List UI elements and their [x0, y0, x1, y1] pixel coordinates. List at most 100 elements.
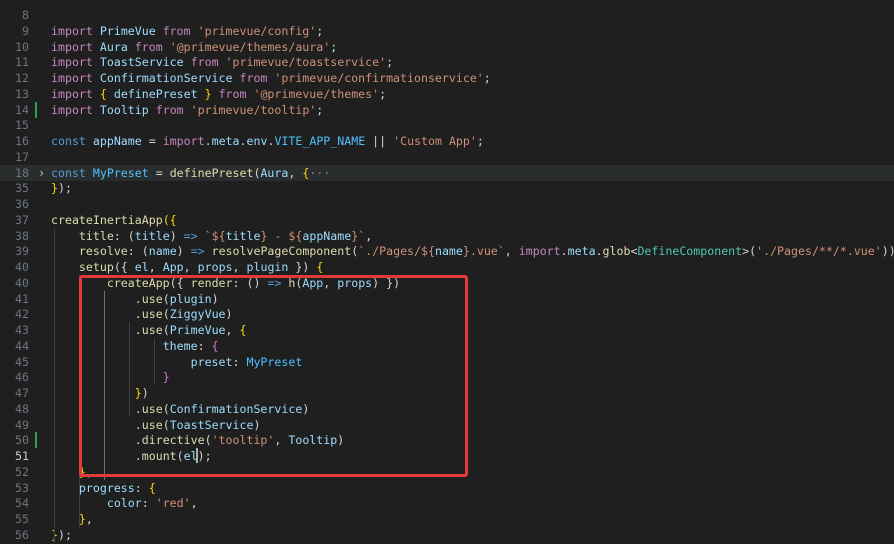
code-token: PrimeVue — [99, 23, 156, 38]
code-text[interactable]: }); — [51, 180, 72, 196]
code-token: el — [134, 260, 149, 274]
code-token: ; — [476, 134, 484, 148]
code-token: definePreset — [169, 165, 254, 180]
line-number: 38 — [15, 228, 29, 243]
code-text[interactable]: }, — [51, 511, 93, 527]
line-number: 11 — [15, 55, 29, 70]
code-token: `./Pages/${ — [358, 244, 435, 259]
code-token: Aura — [260, 165, 289, 180]
code-line[interactable]: 15 — [0, 117, 894, 133]
code-line[interactable]: 54 color: 'red', — [0, 495, 894, 511]
code-token: title — [225, 228, 261, 243]
code-token: 'Custom App' — [393, 134, 477, 148]
code-token: const — [51, 134, 86, 148]
code-line[interactable]: 9 import PrimeVue from 'primevue/config'; — [0, 23, 894, 39]
code-text[interactable]: title: (title) => `${title} - ${appName}… — [51, 228, 372, 244]
code-text[interactable]: import PrimeVue from 'primevue/config'; — [51, 23, 323, 39]
line-number: 48 — [15, 401, 29, 416]
code-token: meta — [567, 244, 596, 259]
line-number: 40 — [15, 275, 29, 290]
code-token: , — [365, 228, 373, 243]
code-line[interactable]: 53 progress: { — [0, 480, 894, 496]
code-token: MyPreset — [92, 165, 149, 180]
code-line[interactable]: 56}); — [0, 527, 894, 543]
code-line[interactable]: 11 import ToastService from 'primevue/toa… — [0, 54, 894, 70]
code-token: { — [316, 260, 324, 274]
code-line[interactable]: 17 — [0, 149, 894, 165]
code-line[interactable]: 35}); — [0, 180, 894, 196]
code-token: name — [434, 244, 463, 259]
code-token: ); — [57, 181, 72, 196]
code-token: glob — [602, 244, 631, 259]
code-line[interactable]: 39 resolve: (name) => resolvePageCompone… — [0, 243, 894, 259]
code-text[interactable]: import { definePreset } from '@primevue/… — [51, 86, 386, 102]
code-line[interactable]: 10 import Aura from '@primevue/themes/aur… — [0, 39, 894, 55]
code-text[interactable]: progress: { — [51, 480, 156, 496]
code-token: )), — [881, 244, 894, 259]
line-number: 55 — [15, 512, 29, 526]
code-token: { — [99, 86, 107, 101]
code-token: VITE_APP_NAME — [274, 134, 366, 148]
code-token: ; — [316, 102, 324, 117]
code-line[interactable]: 13 import { definePreset } from '@primevu… — [0, 86, 894, 102]
code-line[interactable]: 36 — [0, 196, 894, 212]
line-number: 43 — [15, 323, 29, 337]
code-text[interactable]: import Aura from '@primevue/themes/aura'… — [51, 39, 337, 55]
code-line[interactable]: 16 const appName = import.meta.env.VITE_A… — [0, 133, 894, 149]
code-token: appName — [302, 228, 352, 243]
code-token: ) — [169, 228, 184, 243]
code-text[interactable]: resolve: (name) => resolvePageComponent(… — [51, 243, 894, 259]
code-token: 'red' — [155, 496, 191, 511]
code-token: `${ — [204, 228, 226, 243]
code-text[interactable]: import Tooltip from 'primevue/tooltip'; — [51, 102, 323, 118]
code-token: : — [141, 496, 156, 511]
line-number: 44 — [15, 338, 29, 353]
code-text[interactable]: color: 'red', — [51, 495, 198, 511]
code-token: ; — [379, 86, 387, 101]
code-line[interactable]: 37 createInertiaApp({ — [0, 212, 894, 228]
code-text[interactable]: const MyPreset = definePreset(Aura, {··· — [51, 165, 330, 181]
code-token: env — [246, 134, 268, 148]
code-line[interactable]: 8 — [0, 7, 894, 23]
fold-chevron-icon[interactable]: › — [38, 165, 48, 181]
code-token: setup — [78, 260, 114, 274]
code-token: meta — [211, 134, 240, 148]
code-line[interactable]: 14 import Tooltip from 'primevue/tooltip'… — [0, 101, 894, 118]
code-token: DefineComponent — [637, 244, 743, 259]
code-line[interactable]: 12 import ConfirmationService from 'prime… — [0, 70, 894, 86]
code-token: resolve — [78, 244, 128, 259]
line-number: 37 — [15, 212, 29, 227]
highlight-annotation-box — [79, 275, 468, 477]
code-line[interactable]: 40 setup({ el, App, props, plugin }) { — [0, 259, 894, 275]
code-token: createInertiaApp — [51, 212, 163, 227]
code-token: from — [190, 55, 219, 70]
code-text[interactable]: const appName = import.meta.env.VITE_APP… — [51, 133, 484, 149]
code-token: '@primevue/themes/aura' — [169, 39, 331, 54]
code-token: 'primevue/tooltip' — [190, 102, 317, 117]
code-token: { — [148, 480, 156, 495]
code-token: import — [162, 134, 205, 148]
line-number: 10 — [15, 39, 29, 54]
code-text[interactable]: import ConfirmationService from 'primevu… — [51, 70, 491, 86]
line-number: 54 — [15, 496, 29, 511]
code-token: ; — [386, 55, 394, 70]
code-token: title — [134, 228, 170, 243]
code-text[interactable]: createInertiaApp({ — [51, 212, 177, 228]
code-line[interactable]: 18 › const MyPreset = definePreset(Aura, {… — [0, 164, 894, 181]
line-number: 53 — [15, 480, 29, 495]
code-editor[interactable]: ··· ·· ··· · ··· ··· 89 import PrimeVue f… — [0, 0, 894, 544]
code-text[interactable]: setup({ el, App, props, plugin }) { — [51, 259, 323, 275]
code-text[interactable]: import ToastService from 'primevue/toast… — [51, 54, 393, 70]
code-token: appName — [92, 134, 142, 148]
code-token: : ( — [113, 228, 135, 243]
code-line[interactable]: 55 }, — [0, 511, 894, 527]
code-line[interactable]: 38 title: (title) => `${title} - ${appNa… — [0, 228, 894, 244]
